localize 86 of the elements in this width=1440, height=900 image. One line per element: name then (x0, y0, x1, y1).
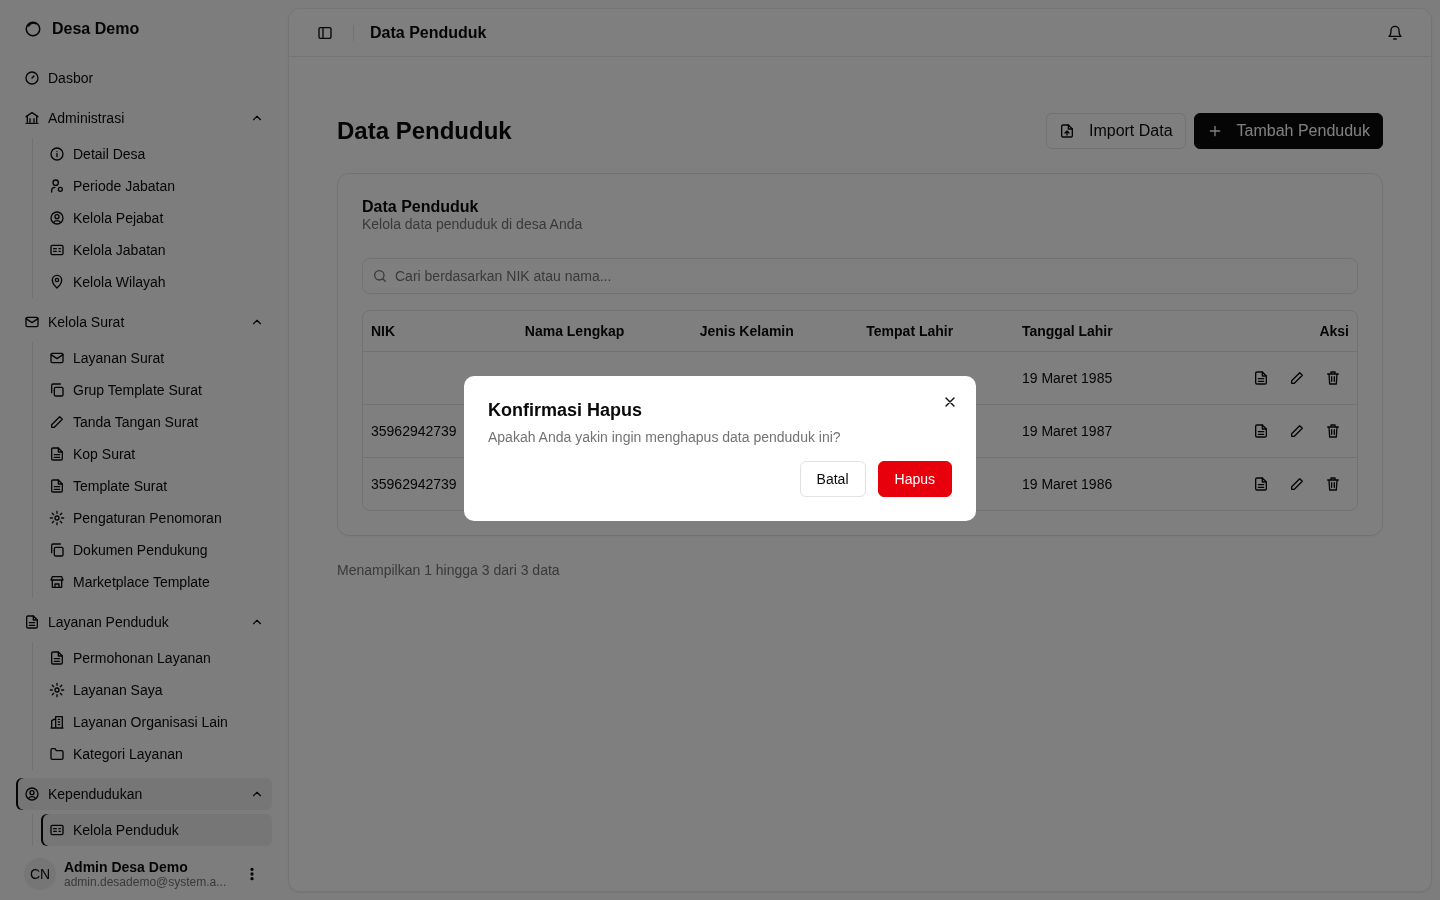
column-header: Tanggal Lahir (1013, 311, 1176, 352)
document-icon (1253, 476, 1269, 492)
page-title: Data Penduduk (337, 117, 512, 145)
sidebar-item[interactable]: Kelola Pejabat (41, 202, 272, 234)
user-circle-icon (24, 786, 40, 802)
sidebar-item[interactable]: Layanan Surat (41, 342, 272, 374)
column-header: NIK (363, 311, 517, 352)
settings-icon (49, 510, 65, 526)
map-pin-icon (49, 274, 65, 290)
delete-confirm-button[interactable]: Hapus (877, 461, 952, 497)
document-icon (1253, 370, 1269, 386)
trash-icon (1325, 370, 1341, 386)
card-subtitle: Kelola data penduduk di desa Anda (362, 216, 584, 232)
pen-icon (49, 414, 65, 430)
pen-icon (1289, 476, 1305, 492)
user-icon (49, 178, 65, 194)
user-email: admin.desademo@system.a... (64, 875, 228, 889)
building-icon (49, 714, 65, 730)
dialog-message: Apakah Anda yakin ingin menghapus data penduduk ini? (488, 429, 842, 445)
import-button[interactable]: Import Data (1045, 113, 1186, 149)
search-field[interactable]: Cari berdasarkan NIK atau nama... (362, 258, 1358, 294)
table-cell: 19 Maret 1987 (1021, 423, 1113, 439)
sidebar-item[interactable]: Template Surat (41, 470, 272, 502)
user-avatar: CN (24, 858, 56, 890)
pagination-summary: Menampilkan 1 hingga 3 dari 3 data (337, 562, 561, 578)
sidebar-item[interactable]: Tanda Tangan Surat (41, 406, 272, 438)
info-icon (49, 146, 65, 162)
column-header: Aksi (1175, 311, 1357, 352)
trash-icon (1325, 423, 1341, 439)
document-icon (49, 478, 65, 494)
pen-icon (1289, 370, 1305, 386)
sidebar-item[interactable]: Permohonan Layanan (41, 642, 272, 674)
column-header: Jenis Kelamin (691, 311, 859, 352)
sidebar-item[interactable]: Kelola Jabatan (41, 234, 272, 266)
sidebar-item[interactable]: Kelola Wilayah (41, 266, 272, 298)
sidebar-item[interactable]: Pengaturan Penomoran (41, 502, 272, 534)
sidebar-item[interactable]: Layanan Organisasi Lain (41, 706, 272, 738)
mail-icon (49, 350, 65, 366)
header-title: Data Penduduk (370, 23, 488, 42)
gauge-icon (24, 70, 40, 86)
sidebar-item[interactable]: Kelola Penduduk (41, 814, 272, 846)
sidebar-item[interactable]: Layanan Saya (41, 674, 272, 706)
sidebar-item[interactable]: Layanan Penduduk (16, 606, 272, 638)
table-cell: 19 Maret 1985 (1021, 370, 1113, 386)
copy-icon (49, 382, 65, 398)
sidebar-item[interactable]: Marketplace Template (41, 566, 272, 598)
sidebar-item[interactable]: Dokumen Pendukung (41, 534, 272, 566)
bell-icon (1387, 24, 1403, 41)
sidebar-item[interactable]: Kategori Layanan (41, 738, 272, 770)
trash-icon (1325, 476, 1341, 492)
document-icon (49, 650, 65, 666)
folder-icon (49, 746, 65, 762)
table-cell: 35962942739 (371, 476, 457, 492)
document-icon (49, 446, 65, 462)
bank-icon (24, 110, 40, 126)
table-cell: 19 Maret 1986 (1021, 476, 1113, 492)
settings-icon (49, 682, 65, 698)
table-cell: 35962942739 (371, 423, 457, 439)
brand-name: Desa Demo (52, 20, 140, 38)
dialog-title: Konfirmasi Hapus (488, 400, 644, 421)
sidebar-item[interactable]: Kependudukan (16, 778, 272, 810)
sidebar-item[interactable]: Detail Desa (41, 138, 272, 170)
column-header: Nama Lengkap (516, 311, 692, 352)
store-icon (49, 574, 65, 590)
sidebar-item[interactable]: Dasbor (16, 62, 272, 94)
circle-logo-icon (24, 20, 42, 38)
column-header: Tempat Lahir (858, 311, 1014, 352)
card-title: Data Penduduk (362, 198, 480, 216)
document-icon (1253, 423, 1269, 439)
file-upload-icon (1058, 123, 1075, 139)
user-circle-icon (49, 210, 65, 226)
document-icon (24, 614, 40, 630)
add-button[interactable]: Tambah Penduduk (1193, 113, 1383, 149)
sidebar-toggle-icon (317, 24, 333, 41)
pen-icon (1289, 423, 1305, 439)
sidebar-item[interactable]: Administrasi (16, 102, 272, 134)
sidebar-item[interactable]: Kelola Surat (16, 306, 272, 338)
user-name: Admin Desa Demo (64, 859, 189, 875)
id-card-icon (49, 822, 65, 838)
cancel-button[interactable]: Batal (799, 461, 866, 497)
mail-icon (24, 314, 40, 330)
sidebar-item[interactable]: Kop Surat (41, 438, 272, 470)
sidebar-item[interactable]: Grup Template Surat (41, 374, 272, 406)
copy-icon (49, 542, 65, 558)
id-card-icon (49, 242, 65, 258)
sidebar-item[interactable]: Periode Jabatan (41, 170, 272, 202)
